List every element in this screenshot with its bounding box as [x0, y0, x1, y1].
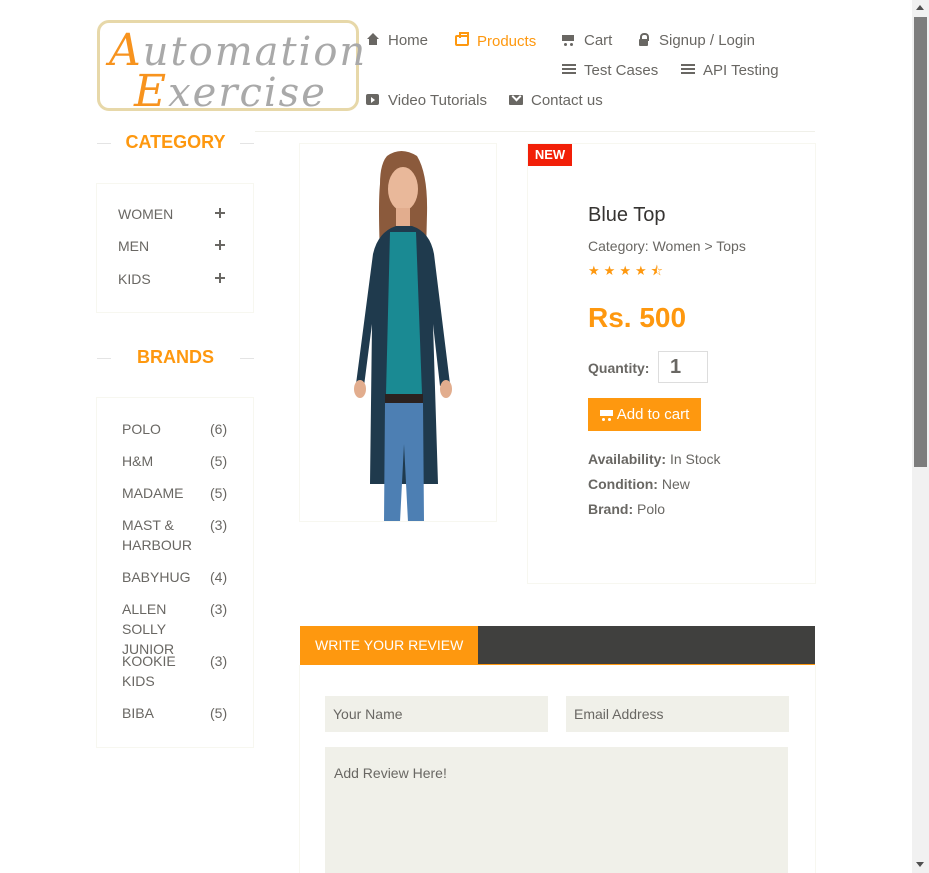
brand-count: (3) [210, 653, 228, 669]
brand-label: Brand: [588, 501, 634, 517]
lock-icon [637, 33, 651, 47]
envelope-icon [509, 93, 523, 107]
nav-test-cases[interactable]: Test Cases [562, 60, 658, 80]
category-men[interactable]: MEN [118, 238, 149, 254]
product-name: Blue Top [588, 204, 666, 226]
cart-icon [562, 33, 576, 47]
brand-item[interactable]: MAST & HARBOUR (3) [122, 515, 252, 555]
review-textarea[interactable] [325, 747, 788, 873]
brands-title: BRANDS [97, 347, 254, 368]
cart-icon [599, 409, 614, 421]
product-category: Category: Women > Tops [588, 238, 746, 254]
nav-products[interactable]: Products [455, 31, 536, 51]
nav-products-label: Products [477, 32, 537, 50]
availability-label: Availability: [588, 451, 667, 467]
nav-cart-label: Cart [584, 31, 613, 49]
briefcase-icon [455, 31, 469, 46]
star-icon: ★ [588, 264, 600, 279]
condition-row: Condition: New [588, 476, 690, 492]
brand-count: (3) [210, 517, 228, 533]
plus-icon[interactable] [215, 240, 225, 250]
brand-name: KOOKIE KIDS [122, 653, 176, 689]
list-icon [562, 63, 576, 77]
availability-row: Availability: In Stock [588, 451, 721, 467]
nav-home[interactable]: Home [366, 30, 428, 50]
nav-video-tutorials[interactable]: Video Tutorials [366, 90, 487, 110]
category-women[interactable]: WOMEN [118, 206, 173, 222]
brand-name: ALLEN SOLLY JUNIOR [122, 601, 175, 657]
nav-signup-login[interactable]: Signup / Login [637, 30, 755, 50]
nav-contact-us-label: Contact us [531, 91, 603, 109]
quantity-label: Quantity: [588, 360, 650, 376]
add-to-cart-label: Add to cart [616, 406, 690, 423]
brand-name: MAST & HARBOUR [122, 517, 193, 553]
brand-name: BIBA [122, 705, 154, 721]
nav-contact-us[interactable]: Contact us [509, 90, 603, 110]
availability-value: In Stock [669, 451, 721, 467]
product-image [299, 143, 497, 522]
brand-value: Polo [637, 501, 666, 517]
condition-value: New [661, 476, 690, 492]
plus-icon[interactable] [215, 273, 225, 283]
brand-count: (3) [210, 601, 228, 617]
brand-count: (5) [210, 485, 228, 501]
review-email-input[interactable] [566, 696, 789, 732]
brand-item[interactable]: KOOKIE KIDS (3) [122, 651, 252, 691]
brand-name: POLO [122, 421, 161, 437]
scroll-up-arrow-icon[interactable] [916, 5, 924, 10]
product-photo [354, 151, 452, 521]
product-price: Rs. 500 [588, 302, 687, 333]
star-icon: ★ [634, 264, 647, 279]
new-badge: NEW [528, 144, 572, 166]
brand-count: (4) [210, 569, 228, 585]
brand-item[interactable]: MADAME (5) [122, 483, 252, 503]
brand-item[interactable]: BABYHUG (4) [122, 567, 252, 587]
brand-name: H&M [122, 453, 154, 469]
rating-stars: ★ ★ ★ ★ ⯪ [588, 265, 663, 279]
brand-item[interactable]: POLO (6) [122, 419, 252, 439]
half-star-icon: ⯪ [650, 264, 663, 279]
nav-test-cases-label: Test Cases [584, 61, 659, 79]
quantity-input[interactable] [658, 351, 708, 383]
logo-text-line2: Exercise [134, 66, 327, 117]
brand-item[interactable]: H&M (5) [122, 451, 252, 471]
add-to-cart-button[interactable]: Add to cart [588, 398, 701, 431]
nav-signup-login-label: Signup / Login [659, 31, 755, 49]
nav-home-label: Home [388, 31, 429, 49]
brand-name: MADAME [122, 485, 184, 501]
nav-api-testing-label: API Testing [703, 61, 779, 79]
youtube-icon [366, 93, 380, 107]
category-panel: WOMEN MEN KIDS [96, 183, 254, 313]
plus-icon[interactable] [215, 208, 225, 218]
home-icon [366, 33, 380, 47]
category-kids[interactable]: KIDS [118, 271, 151, 287]
brand-count: (5) [210, 705, 228, 721]
brand-count: (5) [210, 453, 228, 469]
nav-cart[interactable]: Cart [562, 30, 612, 50]
brand-name: BABYHUG [122, 569, 191, 585]
list-icon [681, 63, 695, 77]
brand-count: (6) [210, 421, 228, 437]
condition-label: Condition: [588, 476, 658, 492]
scrollbar-thumb[interactable] [914, 17, 927, 467]
site-logo[interactable]: Automation Exercise [97, 20, 365, 117]
brand-item[interactable]: BIBA (5) [122, 703, 252, 723]
brand-item[interactable]: ALLEN SOLLY JUNIOR (3) [122, 599, 252, 659]
scroll-down-arrow-icon[interactable] [916, 862, 924, 867]
nav-video-tutorials-label: Video Tutorials [388, 91, 487, 109]
nav-api-testing[interactable]: API Testing [681, 60, 779, 80]
category-title: CATEGORY [97, 132, 254, 153]
star-icon: ★ [619, 264, 631, 279]
brands-panel: POLO (6) H&M (5) MADAME (5) MAST & HARBOUR (… [96, 397, 254, 748]
star-icon: ★ [603, 264, 616, 279]
header-divider [255, 131, 815, 132]
review-name-input[interactable] [325, 696, 548, 732]
write-review-tab[interactable]: WRITE YOUR REVIEW [300, 626, 478, 665]
brand-row: Brand: Polo [588, 501, 665, 517]
